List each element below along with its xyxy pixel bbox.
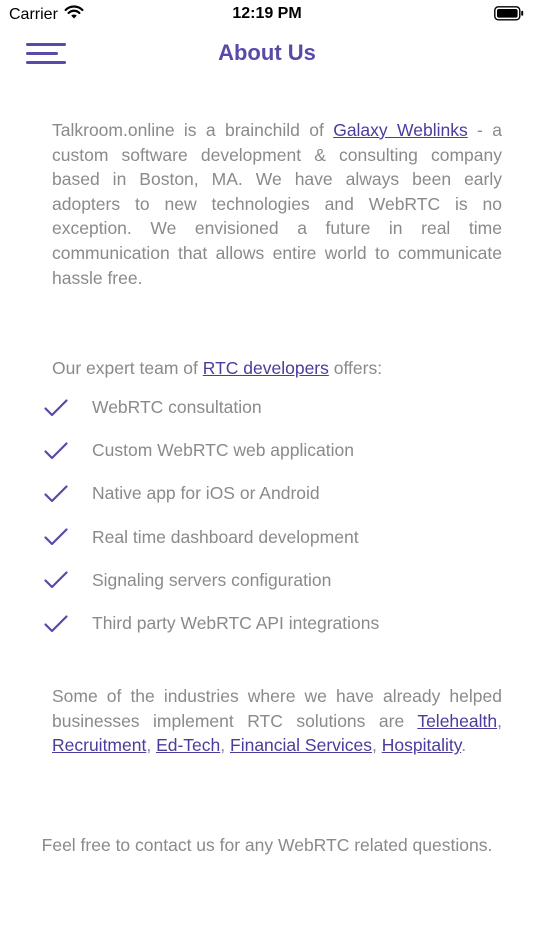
navigation-bar: About Us [0, 28, 534, 80]
intro-text-after: - a custom software development & consul… [52, 120, 502, 288]
service-item: Custom WebRTC web application [44, 429, 504, 472]
service-label: Real time dashboard development [92, 526, 359, 547]
team-text-before: Our expert team of [52, 358, 203, 378]
separator: , [146, 735, 157, 756]
service-item: Third party WebRTC API integrations [44, 602, 504, 645]
telehealth-link[interactable]: Telehealth [417, 711, 497, 731]
ed-tech-link[interactable]: Ed-Tech [156, 735, 220, 755]
checkmark-icon [44, 528, 68, 546]
separator: , [220, 735, 231, 756]
intro-text-before: Talkroom.online is a brainchild of [52, 120, 334, 140]
industries-text-after: . [461, 735, 467, 756]
battery-icon [494, 6, 524, 26]
service-label: WebRTC consultation [92, 397, 262, 418]
industries-paragraph: Some of the industries where we have alr… [52, 684, 502, 758]
financial-services-link[interactable]: Financial Services [230, 735, 372, 755]
intro-paragraph: Talkroom.online is a brainchild of Galax… [52, 118, 502, 290]
service-item: Signaling servers configuration [44, 559, 504, 602]
status-bar: Carrier 12:19 PM [0, 0, 534, 28]
checkmark-icon [44, 614, 68, 632]
service-item: Native app for iOS or Android [44, 472, 504, 515]
rtc-developers-link[interactable]: RTC developers [203, 358, 329, 378]
recruitment-link[interactable]: Recruitment [52, 735, 146, 755]
checkmark-icon [44, 485, 68, 503]
separator: , [497, 710, 502, 731]
team-paragraph: Our expert team of RTC developers offers… [52, 356, 502, 381]
team-text-after: offers: [328, 358, 383, 378]
services-list: WebRTC consultation Custom WebRTC web ap… [44, 386, 504, 645]
status-time: 12:19 PM [232, 5, 302, 22]
service-label: Signaling servers configuration [92, 569, 332, 590]
service-item: Real time dashboard development [44, 516, 504, 559]
page-title: About Us [218, 40, 316, 65]
service-label: Native app for iOS or Android [92, 483, 320, 504]
service-item: WebRTC consultation [44, 386, 504, 429]
contact-text: Feel free to contact us for any WebRTC r… [41, 835, 493, 855]
hospitality-link[interactable]: Hospitality [382, 735, 461, 755]
service-label: Third party WebRTC API integrations [92, 613, 380, 634]
checkmark-icon [44, 571, 68, 589]
galaxy-weblinks-link[interactable]: Galaxy Weblinks [333, 120, 468, 140]
checkmark-icon [44, 398, 68, 416]
checkmark-icon [44, 442, 68, 459]
about-us-screen: Carrier 12:19 PM About Us Talkroom.onlin… [0, 0, 534, 950]
separator: , [372, 735, 382, 756]
service-label: Custom WebRTC web application [92, 440, 354, 461]
